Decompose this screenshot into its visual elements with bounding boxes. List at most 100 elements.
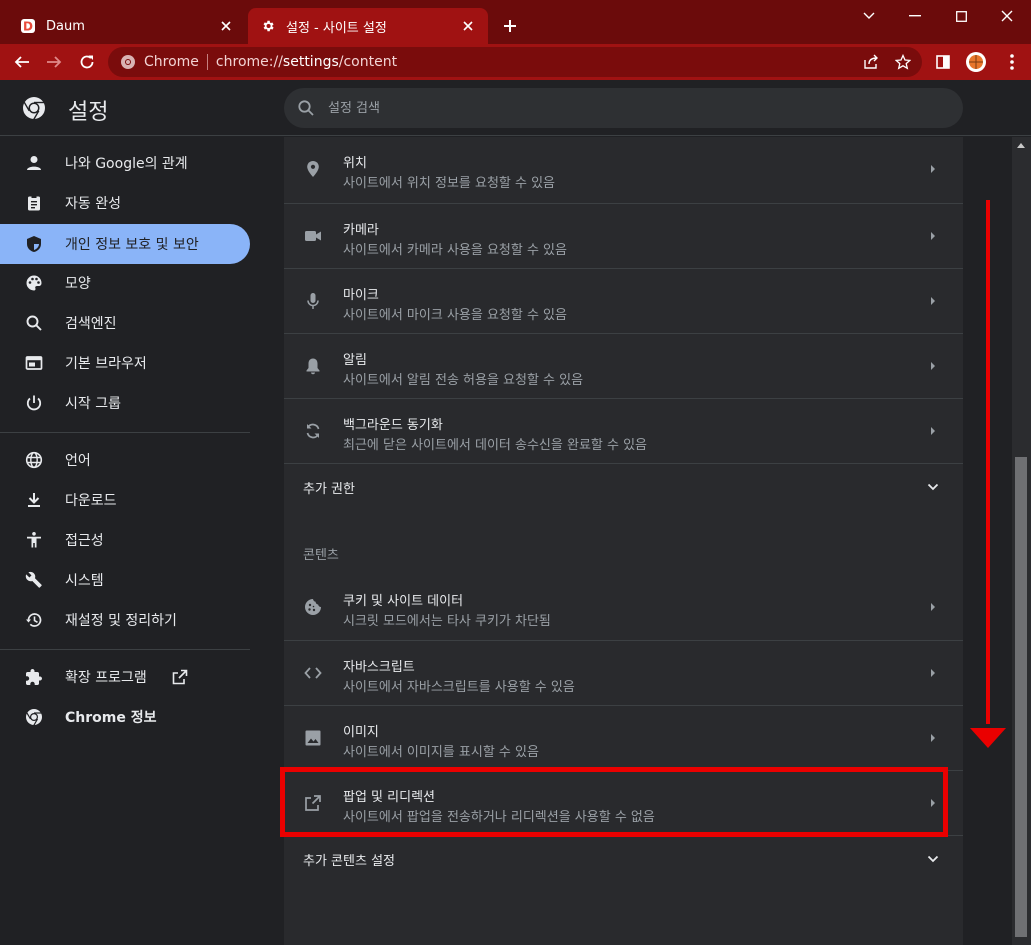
sidebar-item-downloads[interactable]: 다운로드 [0,480,250,520]
sidebar-item-system[interactable]: 시스템 [0,560,250,600]
omnibox-url: chrome://settings/content [215,54,398,70]
mic-icon [303,291,323,311]
additional-permissions-toggle[interactable]: 추가 권한 [284,463,963,508]
power-icon [24,393,44,413]
chevron-down-icon [924,478,942,496]
sidebar-item-search-engine[interactable]: 검색엔진 [0,303,250,343]
permission-row-notifications[interactable]: 알림 사이트에서 알림 전송 허용을 요청할 수 있음 [284,333,963,398]
chrome-logo-icon [22,96,46,120]
permission-row-location[interactable]: 위치 사이트에서 위치 정보를 요청할 수 있음 [284,137,963,202]
share-icon[interactable] [860,51,882,73]
settings-header: 설정 [0,80,1031,136]
minimize-icon[interactable] [892,4,938,28]
settings-sidebar: 나와 Google의 관계 자동 완성 개인 정보 보호 및 보안 모양 검색엔… [0,137,262,945]
omnibox-separator [206,54,208,70]
window-close-icon[interactable] [984,4,1030,28]
chrome-icon [120,54,136,70]
shield-icon [24,234,44,254]
row-subtitle: 시크릿 모드에서는 타사 쿠키가 차단됨 [343,614,551,629]
sidebar-item-default-browser[interactable]: 기본 브라우저 [0,343,250,383]
sidebar-item-autofill[interactable]: 자동 완성 [0,183,250,223]
row-subtitle: 최근에 닫은 사이트에서 데이터 송수신을 완료할 수 있음 [343,438,648,453]
content-row-images[interactable]: 이미지 사이트에서 이미지를 표시할 수 있음 [284,705,963,770]
reload-icon[interactable] [75,50,99,74]
row-title: 카메라 [343,223,379,238]
sidebar-item-label: 시스템 [65,573,104,589]
sidebar-item-label: 자동 완성 [65,196,121,212]
tab-settings[interactable]: 설정 - 사이트 설정 [248,8,488,44]
arrow-right-icon [927,666,939,680]
row-title: 자바스크립트 [343,660,415,675]
browser-toolbar: Chrome chrome://settings/content [0,44,1031,80]
scrollbar-thumb[interactable] [1015,457,1027,937]
permission-row-camera[interactable]: 카메라 사이트에서 카메라 사용을 요청할 수 있음 [284,203,963,268]
sidebar-item-on-startup[interactable]: 시작 그룹 [0,383,250,423]
sidebar-item-label: 나와 Google의 관계 [65,156,188,172]
sidebar-divider [0,432,250,433]
annotation-highlight-box [280,767,948,837]
sidebar-item-appearance[interactable]: 모양 [0,263,250,303]
omnibox-chip: Chrome [144,54,199,70]
chevron-down-icon [924,850,942,868]
row-subtitle: 사이트에서 카메라 사용을 요청할 수 있음 [343,243,567,258]
page-scrollbar[interactable] [1012,137,1031,945]
row-title: 백그라운드 동기화 [343,418,443,433]
sidebar-item-reset[interactable]: 재설정 및 정리하기 [0,600,250,640]
settings-search[interactable] [284,88,963,128]
search-icon [24,313,44,333]
row-title: 위치 [343,156,367,171]
daum-favicon: D [20,18,36,34]
profile-avatar[interactable] [964,50,988,74]
row-title: 마이크 [343,288,379,303]
sidebar-item-label: 재설정 및 정리하기 [65,613,177,629]
back-icon[interactable] [10,50,34,74]
sidebar-item-languages[interactable]: 언어 [0,440,250,480]
scroll-up-arrow-icon[interactable] [1016,141,1026,149]
download-icon [24,490,44,510]
sidebar-item-accessibility[interactable]: 접근성 [0,520,250,560]
more-menu-icon[interactable] [1000,50,1024,74]
tab-daum[interactable]: D Daum [8,8,246,44]
sidebar-item-privacy-security[interactable]: 개인 정보 보호 및 보안 [0,224,250,264]
row-title: 이미지 [343,725,379,740]
row-subtitle: 사이트에서 이미지를 표시할 수 있음 [343,745,539,760]
sidebar-item-extensions[interactable]: 확장 프로그램 [0,657,250,697]
location-icon [303,159,323,179]
palette-icon [24,273,44,293]
close-icon[interactable] [460,18,476,34]
content-row-javascript[interactable]: 자바스크립트 사이트에서 자바스크립트를 사용할 수 있음 [284,640,963,705]
clipboard-icon [24,193,44,213]
arrow-right-icon [927,229,939,243]
maximize-icon[interactable] [938,4,984,28]
sidebar-divider [0,649,250,650]
arrow-right-icon [927,359,939,373]
sidebar-item-label: Chrome 정보 [65,710,157,726]
permission-row-microphone[interactable]: 마이크 사이트에서 마이크 사용을 요청할 수 있음 [284,268,963,333]
puzzle-icon [24,667,44,687]
forward-icon[interactable] [42,50,66,74]
new-tab-button[interactable] [498,14,522,38]
sync-icon [303,421,323,441]
sidebar-item-about-chrome[interactable]: Chrome 정보 [0,697,250,737]
sidebar-item-label: 모양 [65,276,91,292]
sidebar-item-you-and-google[interactable]: 나와 Google의 관계 [0,143,250,183]
person-icon [24,153,44,173]
tab-title: Daum [46,18,85,34]
search-input[interactable] [328,100,888,116]
cookie-icon [303,597,323,617]
sidebar-item-label: 기본 브라우저 [65,356,147,372]
sidebar-item-label: 다운로드 [65,493,117,509]
row-subtitle: 사이트에서 알림 전송 허용을 요청할 수 있음 [343,373,584,388]
content-row-cookies[interactable]: 쿠키 및 사이트 데이터 시크릿 모드에서는 타사 쿠키가 차단됨 [284,575,963,640]
row-title: 쿠키 및 사이트 데이터 [343,594,464,609]
additional-content-settings-toggle[interactable]: 추가 콘텐츠 설정 [284,835,963,880]
side-panel-icon[interactable] [931,50,955,74]
tab-search-icon[interactable] [846,4,892,28]
close-icon[interactable] [218,18,234,34]
row-subtitle: 사이트에서 마이크 사용을 요청할 수 있음 [343,308,567,323]
omnibox[interactable]: Chrome chrome://settings/content [108,47,922,77]
star-icon[interactable] [892,51,914,73]
permission-row-background-sync[interactable]: 백그라운드 동기화 최근에 닫은 사이트에서 데이터 송수신을 완료할 수 있음 [284,398,963,463]
annotation-down-arrow-icon [970,200,1006,748]
expand-title: 추가 콘텐츠 설정 [303,854,395,869]
